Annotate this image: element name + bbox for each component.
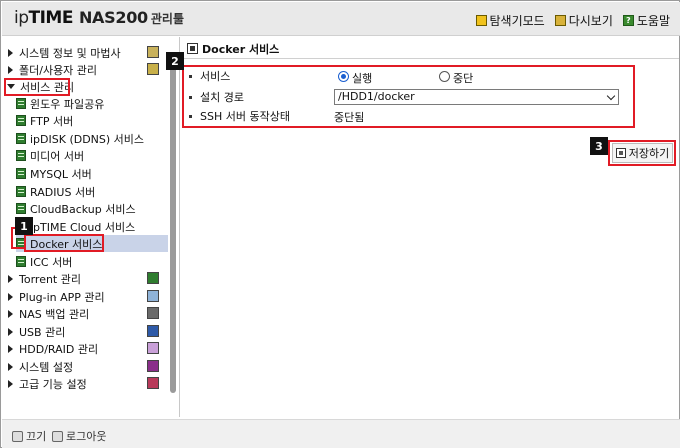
chevron-right-icon (8, 327, 13, 336)
service-icon (16, 186, 26, 197)
service-icon (16, 98, 26, 109)
explorer-icon (475, 15, 487, 26)
chevron-right-icon (8, 362, 13, 371)
iptime-logo: ipTIME NAS200 관리툴 (14, 8, 184, 30)
power-icon (12, 430, 23, 442)
logo-ip-text: ip (14, 8, 29, 28)
service-label: ipDISK (DDNS) 서비스 (30, 132, 145, 146)
service-item-iptime-cloud[interactable]: ipTIME Cloud 서비스 (16, 218, 135, 235)
logout-button[interactable]: 로그아웃 (52, 428, 106, 444)
app-window: ipTIME NAS200 관리툴 탐색기모드 다시보기 ? 도움말 시스템 정보 … (0, 0, 680, 448)
service-label: 윈도우 파일공유 (30, 97, 105, 111)
backup-icon (147, 307, 159, 319)
footer-bar: 끄기 로그아웃 (2, 419, 680, 448)
explorer-mode-link[interactable]: 탐색기모드 (475, 12, 545, 29)
service-item-media[interactable]: 미디어 서버 (16, 147, 84, 164)
logo-admin-text: 관리툴 (150, 12, 184, 26)
service-item-windows-share[interactable]: 윈도우 파일공유 (16, 95, 104, 112)
menu-label: Plug-in APP 관리 (19, 290, 105, 304)
service-item-radius[interactable]: RADIUS 서버 (16, 183, 95, 200)
menu-label: USB 관리 (19, 325, 66, 339)
refresh-link[interactable]: 다시보기 (554, 12, 613, 29)
page-title-text: Docker 서비스 (202, 42, 280, 56)
annotation-badge-2: 2 (166, 52, 184, 70)
service-icon (16, 150, 26, 161)
usb-icon (147, 325, 159, 337)
annotation-badge-3: 3 (590, 137, 608, 155)
service-icon (16, 115, 26, 126)
service-label: 미디어 서버 (30, 149, 85, 163)
power-off-button[interactable]: 끄기 (12, 428, 46, 444)
menu-label: HDD/RAID 관리 (19, 342, 99, 356)
service-label: ICC 서버 (30, 255, 73, 269)
service-item-ftp[interactable]: FTP 서버 (16, 112, 73, 129)
highlight-save-button (608, 140, 676, 166)
sidebar-scrollbar[interactable] (170, 53, 176, 411)
menu-hdd-raid[interactable]: HDD/RAID 관리 (8, 340, 98, 357)
chart-icon (147, 46, 159, 58)
users-icon (147, 63, 159, 75)
service-item-ipdisk[interactable]: ipDISK (DDNS) 서비스 (16, 130, 144, 147)
service-icon (16, 256, 26, 267)
menu-plugin[interactable]: Plug-in APP 관리 (8, 288, 105, 305)
service-icon (16, 168, 26, 179)
chevron-right-icon (8, 65, 13, 74)
settings-icon (147, 360, 159, 372)
service-label: MYSQL 서버 (30, 167, 92, 181)
logo-time-text: TIME (28, 8, 74, 28)
annotation-badge-1: 1 (15, 217, 33, 235)
menu-system-info[interactable]: 시스템 정보 및 마법사 (8, 44, 121, 61)
menu-advanced[interactable]: 고급 기능 설정 (8, 375, 87, 392)
menu-label: Torrent 관리 (19, 272, 81, 286)
docker-icon (187, 43, 198, 54)
menu-label: 시스템 정보 및 마법사 (19, 46, 121, 60)
menu-folder-user[interactable]: 폴더/사용자 관리 (8, 61, 97, 78)
refresh-label: 다시보기 (568, 14, 613, 28)
service-label: ipTIME Cloud 서비스 (30, 220, 136, 234)
help-link[interactable]: ? 도움말 (622, 12, 670, 29)
hdd-icon (147, 342, 159, 354)
highlight-settings-form (182, 65, 635, 128)
chevron-right-icon (8, 292, 13, 301)
page-title: Docker 서비스 (181, 39, 679, 59)
refresh-icon (554, 15, 566, 26)
menu-torrent[interactable]: Torrent 관리 (8, 270, 81, 287)
top-nav: 탐색기모드 다시보기 ? 도움말 (475, 12, 670, 29)
service-icon (16, 133, 26, 144)
menu-usb[interactable]: USB 관리 (8, 323, 65, 340)
chevron-right-icon (8, 309, 13, 318)
panel-divider (179, 37, 180, 417)
chevron-right-icon (8, 379, 13, 388)
menu-label: NAS 백업 관리 (19, 307, 90, 321)
advanced-icon (147, 377, 159, 389)
menu-system-settings[interactable]: 시스템 설정 (8, 358, 73, 375)
highlight-service-menu (4, 78, 70, 96)
sidebar-scroll-thumb[interactable] (170, 53, 176, 393)
explorer-mode-label: 탐색기모드 (489, 14, 545, 28)
service-item-icc[interactable]: ICC 서버 (16, 253, 72, 270)
plugin-icon (147, 290, 159, 302)
chevron-right-icon (8, 48, 13, 57)
menu-label: 폴더/사용자 관리 (19, 63, 98, 77)
service-item-mysql[interactable]: MYSQL 서버 (16, 165, 92, 182)
header-bar: ipTIME NAS200 관리툴 탐색기모드 다시보기 ? 도움말 (2, 2, 680, 36)
highlight-docker-item (24, 234, 104, 252)
help-label: 도움말 (636, 14, 670, 28)
logo-model-text: NAS200 (78, 8, 148, 27)
service-label: FTP 서버 (30, 114, 74, 128)
menu-nas-backup[interactable]: NAS 백업 관리 (8, 305, 89, 322)
menu-label: 시스템 설정 (19, 360, 74, 374)
help-icon: ? (622, 15, 634, 26)
logout-icon (52, 430, 63, 442)
service-label: CloudBackup 서비스 (30, 202, 136, 216)
menu-label: 고급 기능 설정 (19, 377, 87, 391)
power-off-label: 끄기 (26, 430, 47, 443)
service-item-cloudbackup[interactable]: CloudBackup 서비스 (16, 200, 136, 217)
chevron-right-icon (8, 344, 13, 353)
service-icon (16, 203, 26, 214)
chevron-right-icon (8, 274, 13, 283)
logout-label: 로그아웃 (66, 430, 107, 443)
torrent-icon (147, 272, 159, 284)
service-label: RADIUS 서버 (30, 185, 96, 199)
